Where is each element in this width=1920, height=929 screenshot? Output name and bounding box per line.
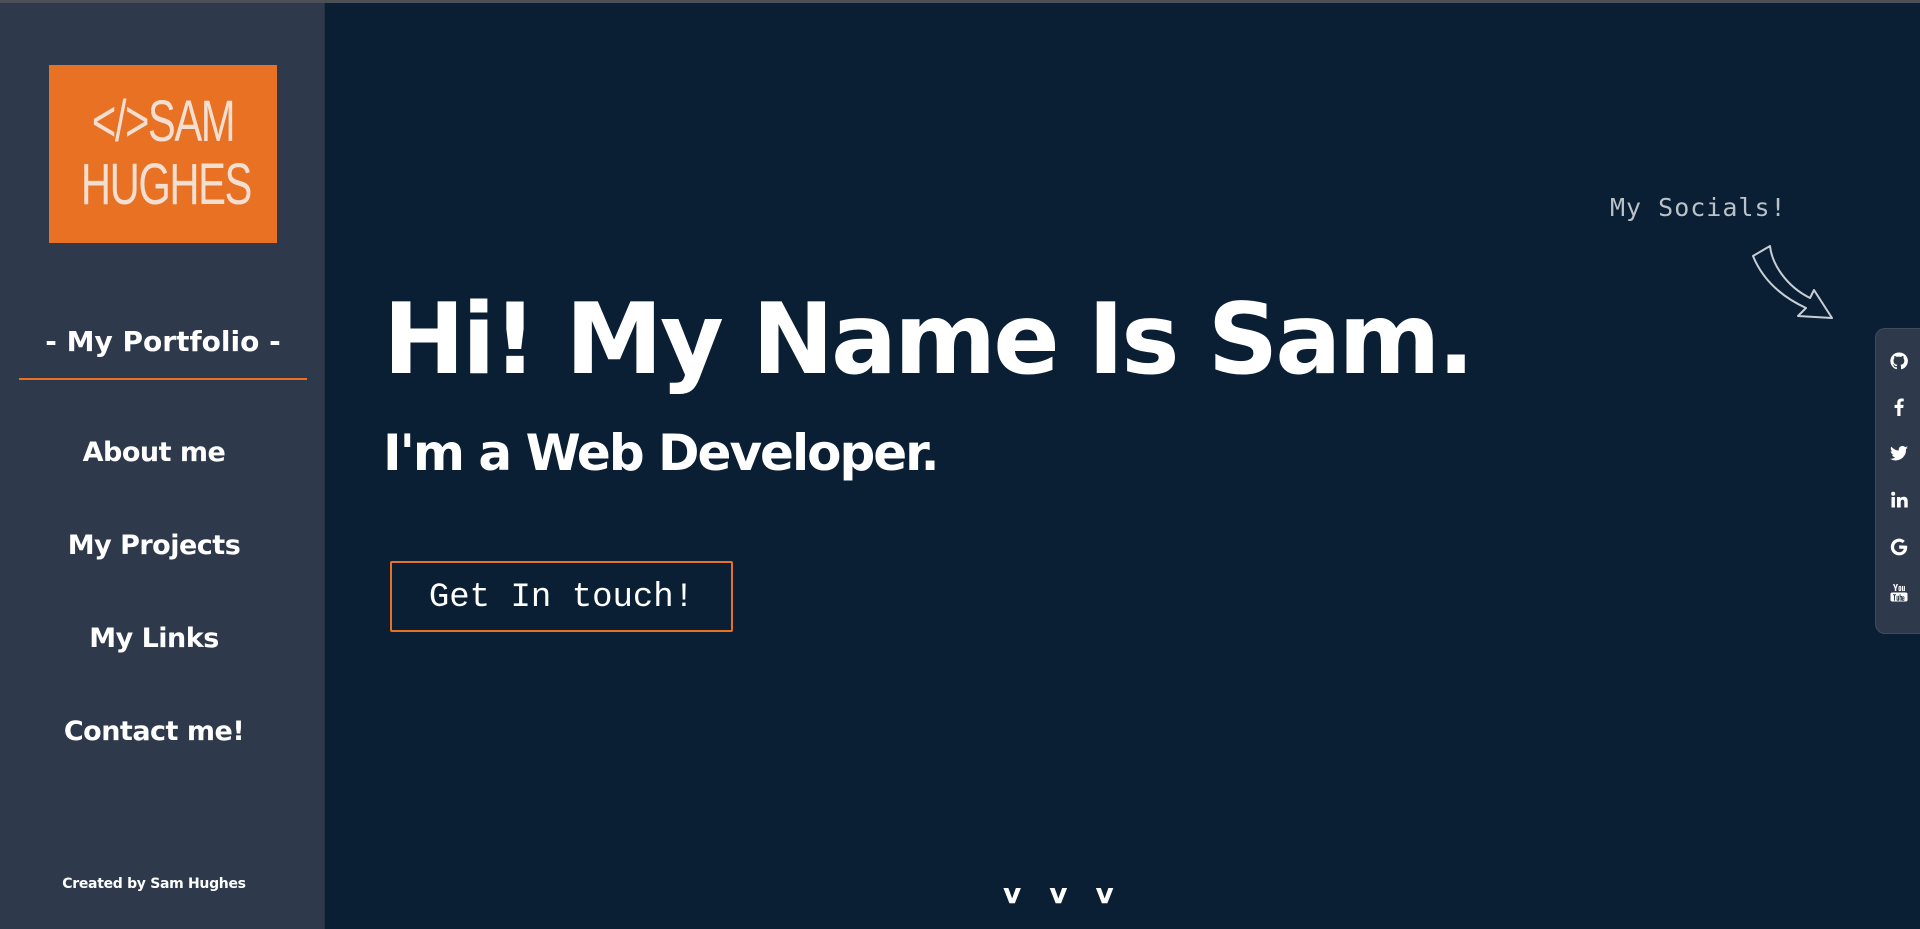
nav-my-projects[interactable]: My Projects xyxy=(0,530,308,561)
logo-line-1: </>SAM xyxy=(91,89,236,154)
logo-line-2: HUGHES xyxy=(80,152,252,217)
footer-credit: Created by Sam Hughes xyxy=(62,876,246,892)
sidebar: </>SAM HUGHES - My Portfolio - About me … xyxy=(0,3,325,929)
logo[interactable]: </>SAM HUGHES xyxy=(49,65,277,243)
hero-subtitle: I'm a Web Developer. xyxy=(383,424,940,482)
socials-label: My Socials! xyxy=(1610,193,1787,222)
linkedin-icon[interactable] xyxy=(1889,490,1909,510)
youtube-icon[interactable] xyxy=(1889,583,1909,603)
nav-about-me[interactable]: About me xyxy=(0,437,308,468)
facebook-icon[interactable] xyxy=(1889,397,1909,417)
github-icon[interactable] xyxy=(1889,351,1909,371)
curved-arrow-icon xyxy=(1752,245,1833,319)
chevron-down-icon: v xyxy=(1003,877,1022,910)
scroll-down-indicator[interactable]: v v v xyxy=(1003,877,1114,910)
page: </>SAM HUGHES - My Portfolio - About me … xyxy=(0,0,1920,929)
get-in-touch-button[interactable]: Get In touch! xyxy=(390,561,733,632)
hero-title: Hi! My Name Is Sam. xyxy=(383,283,1475,397)
portfolio-divider xyxy=(19,378,307,380)
nav-my-links[interactable]: My Links xyxy=(0,623,308,654)
twitter-icon[interactable] xyxy=(1889,443,1909,463)
chevron-down-icon: v xyxy=(1095,877,1114,910)
chevron-down-icon: v xyxy=(1049,877,1068,910)
portfolio-title[interactable]: - My Portfolio - xyxy=(19,325,307,358)
social-links-bar xyxy=(1875,328,1920,634)
google-icon[interactable] xyxy=(1889,537,1909,557)
nav-contact-me[interactable]: Contact me! xyxy=(0,716,308,747)
